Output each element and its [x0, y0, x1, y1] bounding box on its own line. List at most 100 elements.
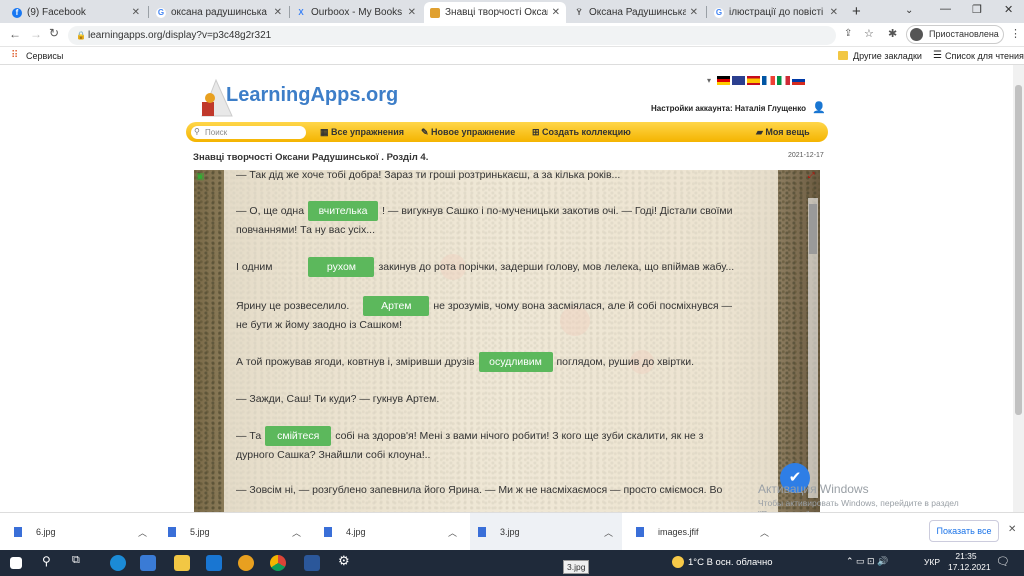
- menu-my-stuff[interactable]: ▰ Моя вещь: [756, 127, 810, 138]
- tab-search-icon[interactable]: ⌄: [905, 5, 913, 16]
- tab-wiki[interactable]: Ÿ Оксана Радушинська. «Ме ✕: [568, 2, 704, 23]
- app-info-icon[interactable]: ▣: [196, 171, 205, 182]
- profile-button[interactable]: Приостановлена: [906, 25, 1004, 44]
- answer-chip[interactable]: осудливим: [478, 352, 553, 372]
- dropdown-icon[interactable]: ▾: [707, 76, 715, 85]
- chevron-up-icon: ︿: [760, 527, 770, 538]
- flag-es-icon[interactable]: [747, 76, 760, 85]
- flag-fr-icon[interactable]: [762, 76, 775, 85]
- exercise-paragraph: А той прожував ягоди, ковтнув і, зміривш…: [236, 352, 766, 372]
- language-flags: ▾: [707, 76, 805, 85]
- back-icon[interactable]: ←: [9, 27, 21, 41]
- close-downloads-icon[interactable]: ✕: [1008, 524, 1016, 535]
- download-item[interactable]: 6.jpg ︿: [14, 513, 154, 551]
- word-icon[interactable]: [304, 555, 320, 571]
- download-item[interactable]: 3.jpg ︿: [470, 513, 622, 551]
- exercise-line: не бути ж йому заодно із Сашком!: [236, 319, 402, 331]
- bookmark-services[interactable]: Сервисы: [26, 47, 63, 65]
- minimize-icon[interactable]: —: [940, 3, 951, 15]
- google-icon: G: [714, 7, 724, 18]
- bookmark-other[interactable]: Другие закладки: [853, 47, 922, 65]
- flag-it-icon[interactable]: [777, 76, 790, 85]
- flag-de-icon[interactable]: [717, 76, 730, 85]
- star-icon[interactable]: ☆: [864, 27, 874, 40]
- account-settings-link[interactable]: Настройки аккаунта: Наталія Глущенко: [651, 104, 806, 113]
- site-logo[interactable]: LearningApps.org: [226, 84, 398, 107]
- clock-time: 21:35: [955, 551, 977, 561]
- download-item[interactable]: 4.jpg ︿: [324, 513, 464, 551]
- exercise-area: — Так дід же хоче тобі добра! Зараз ти г…: [194, 170, 820, 512]
- user-icon[interactable]: 👤: [812, 101, 826, 114]
- weather-widget[interactable]: 1°C В осн. облачно: [688, 557, 773, 568]
- search-input[interactable]: Поиск: [191, 126, 306, 139]
- share-icon[interactable]: ⇪: [844, 28, 852, 39]
- search-icon[interactable]: ⚲: [42, 554, 51, 568]
- mail-icon[interactable]: [206, 555, 222, 571]
- menu-create-collection[interactable]: ⊞ Создать коллекцию: [532, 127, 631, 138]
- close-icon[interactable]: ✕: [830, 7, 838, 18]
- fullscreen-icon[interactable]: ⤢: [808, 171, 814, 181]
- exercise-scrollbar[interactable]: [808, 198, 818, 498]
- profile-label: Приостановлена: [929, 29, 999, 39]
- close-icon[interactable]: ✕: [274, 7, 282, 18]
- task-view-icon[interactable]: ⧉: [72, 554, 80, 567]
- close-icon[interactable]: ✕: [690, 7, 698, 18]
- menu-all-exercises[interactable]: ▦ Все упражнения: [320, 127, 404, 138]
- extensions-icon[interactable]: ✱: [888, 27, 897, 40]
- store-icon[interactable]: [140, 555, 156, 571]
- chevron-up-icon: ︿: [292, 527, 302, 538]
- tab-title: Знавці творчості Оксани Р: [445, 7, 548, 18]
- facebook-icon: f: [12, 7, 22, 18]
- menu-icon[interactable]: ⋮: [1010, 27, 1021, 40]
- tab-title: Оксана Радушинська. «Ме: [589, 7, 686, 18]
- answer-chip[interactable]: Артем: [363, 296, 430, 316]
- exercise-scrollbar-thumb[interactable]: [809, 204, 817, 254]
- flag-ru-icon[interactable]: [792, 76, 805, 85]
- maximize-icon[interactable]: ❐: [972, 3, 982, 16]
- answer-chip[interactable]: рухом: [308, 257, 375, 277]
- new-tab-button[interactable]: +: [852, 3, 861, 20]
- apps-grid-icon[interactable]: ⠿: [11, 47, 18, 65]
- settings-icon[interactable]: ⚙: [338, 553, 350, 569]
- close-icon[interactable]: ✕: [132, 7, 140, 18]
- exercise-line: — Зовсім ні, — розгублено запевнила його…: [236, 484, 723, 496]
- bookmarks-bar: ⠿ Сервисы Другие закладки ☰ Список для ч…: [0, 47, 1024, 65]
- window-close-icon[interactable]: ✕: [1004, 3, 1013, 16]
- tab-google-images[interactable]: G ілюстрації до повісті мете ✕: [708, 2, 844, 23]
- tray-icons[interactable]: ⌃ ▭ ⊡ 🔊: [846, 556, 888, 567]
- forward-icon[interactable]: →: [30, 27, 42, 41]
- notifications-icon[interactable]: 🗨: [996, 555, 1010, 568]
- url-text: learningapps.org/display?v=p3c48g2r321: [88, 30, 272, 41]
- tab-facebook[interactable]: f (9) Facebook ✕: [6, 2, 146, 23]
- tab-ourboox[interactable]: X Ourboox - My Books ✕: [290, 2, 422, 23]
- download-item[interactable]: 5.jpg ︿: [168, 513, 308, 551]
- answer-chip[interactable]: смійтеся: [265, 426, 332, 446]
- windows-start-icon[interactable]: [10, 557, 22, 569]
- download-item[interactable]: images.jfif ︿: [636, 513, 776, 551]
- file-icon: [168, 527, 176, 537]
- close-icon[interactable]: ✕: [408, 7, 416, 18]
- file-icon: [324, 527, 332, 537]
- yandex-icon[interactable]: [238, 555, 254, 571]
- close-icon[interactable]: ✕: [552, 7, 560, 18]
- google-icon: G: [156, 7, 166, 18]
- clock[interactable]: 21:35 17.12.2021: [948, 551, 991, 573]
- tab-learningapps[interactable]: Знавці творчості Оксани Р ✕: [424, 2, 566, 23]
- page-scrollbar[interactable]: [1013, 65, 1024, 512]
- chrome-icon[interactable]: [270, 555, 286, 571]
- tab-google-search[interactable]: G оксана радушинська фото ✕: [150, 2, 288, 23]
- scrollbar-thumb[interactable]: [1015, 85, 1022, 415]
- ourboox-icon: X: [298, 7, 304, 17]
- address-bar[interactable]: 🔒 learningapps.org/display?v=p3c48g2r321: [68, 26, 836, 45]
- explorer-icon[interactable]: [174, 555, 190, 571]
- app-date: 2021-12-17: [788, 152, 824, 159]
- reload-icon[interactable]: ↻: [49, 26, 59, 40]
- flag-gb-icon[interactable]: [732, 76, 745, 85]
- menu-new-exercise[interactable]: ✎ Новое упражнение: [421, 127, 515, 138]
- reading-list[interactable]: Список для чтения: [945, 47, 1024, 65]
- tab-title: ілюстрації до повісті мете: [729, 7, 826, 18]
- answer-chip[interactable]: вчителька: [308, 201, 379, 221]
- show-all-downloads-button[interactable]: Показать все: [929, 520, 999, 542]
- edge-icon[interactable]: [110, 555, 126, 571]
- language-indicator[interactable]: УКР: [924, 557, 940, 567]
